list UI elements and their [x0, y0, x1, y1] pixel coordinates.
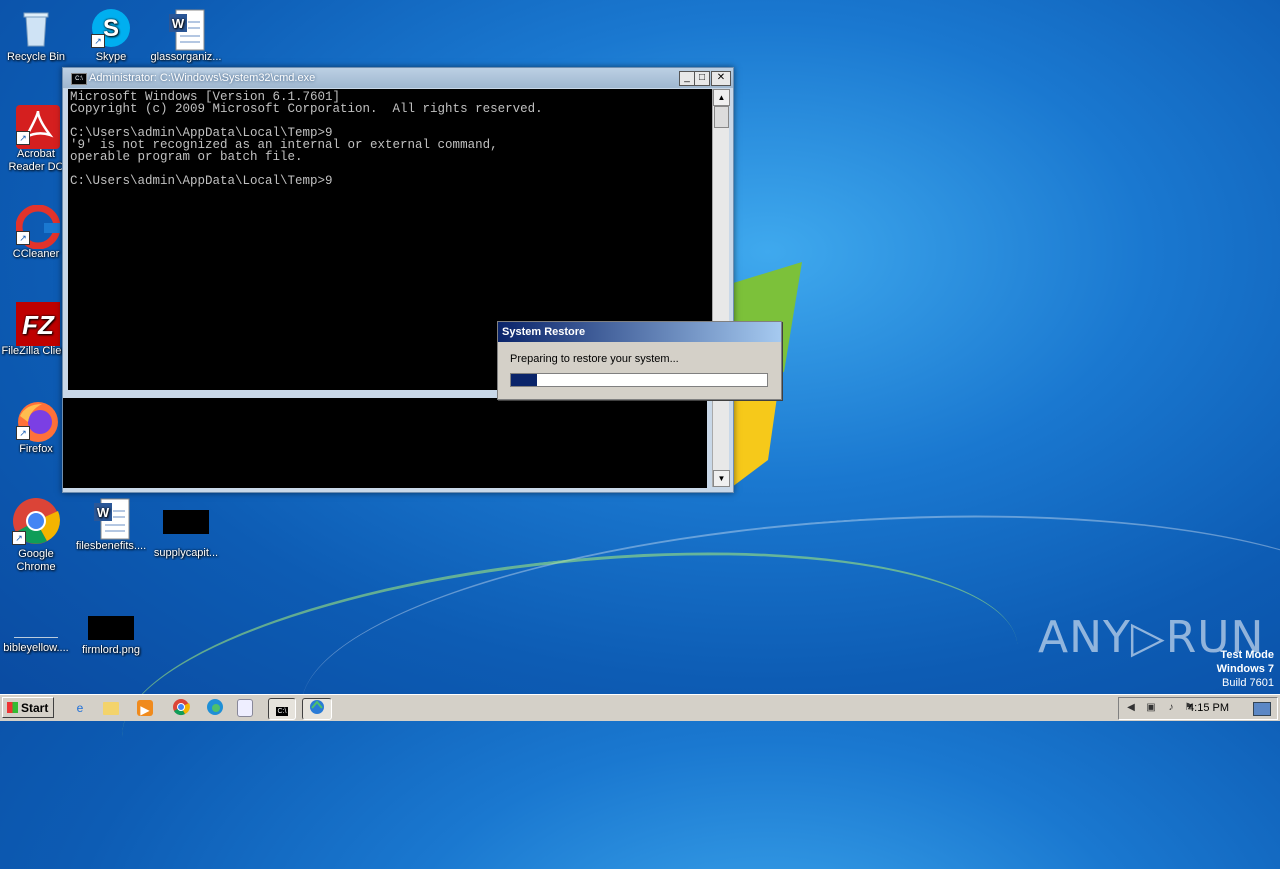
system-tray: ◀ ▣ ♪ ⚑ 4:15 PM — [1118, 697, 1278, 720]
desktop-icon-bibleyellow[interactable]: bibleyellow.... — [0, 605, 72, 655]
shortcut-arrow-icon: ↗ — [16, 426, 30, 440]
scroll-up-icon[interactable]: ▲ — [713, 89, 730, 106]
word-document-icon: W — [91, 497, 131, 540]
edge-icon[interactable] — [205, 698, 225, 718]
scroll-thumb[interactable] — [714, 106, 729, 128]
chrome-icon: ↗ — [12, 497, 60, 545]
notepad-icon[interactable] — [237, 699, 253, 717]
dialog-title: System Restore — [498, 322, 781, 342]
clock[interactable]: 4:15 PM — [1188, 698, 1229, 719]
system-restore-icon[interactable] — [302, 698, 332, 720]
test-mode-label: Test Mode — [1220, 649, 1274, 661]
firefox-icon: ↗ — [16, 400, 58, 442]
cmd-window[interactable]: C:\ Administrator: C:\Windows\System32\c… — [62, 67, 734, 493]
shortcut-arrow-icon: ↗ — [16, 131, 30, 145]
cmd-titlebar[interactable]: C:\ Administrator: C:\Windows\System32\c… — [63, 68, 733, 88]
recycle-bin-icon — [16, 8, 56, 48]
ie-icon[interactable]: e — [70, 698, 90, 718]
os-label: Windows 7 — [1216, 663, 1274, 675]
word-document-icon: W — [166, 8, 206, 51]
taskbar: Start e ▶ C:\ ◀ ▣ ♪ ⚑ 4:15 PM — [0, 694, 1280, 721]
desktop-icon-skype[interactable]: S ↗ Skype — [75, 8, 147, 64]
start-label: Start — [21, 701, 49, 715]
image-file-icon — [163, 510, 209, 534]
desktop-icon-filesbenefits[interactable]: W filesbenefits.... — [75, 497, 147, 553]
scroll-down-icon[interactable]: ▼ — [713, 470, 730, 487]
desktop-icon-firmlord[interactable]: firmlord.png — [75, 616, 147, 657]
acrobat-icon: ↗ — [16, 105, 60, 149]
desktop-icon-recycle-bin[interactable]: Recycle Bin — [0, 8, 72, 64]
chrome-icon[interactable] — [171, 698, 191, 718]
system-restore-dialog[interactable]: System Restore Preparing to restore your… — [497, 321, 782, 400]
desktop-icon-glassorganiz[interactable]: W glassorganiz... — [150, 8, 222, 64]
shortcut-arrow-icon: ↗ — [12, 531, 26, 545]
console-output-lower — [63, 398, 707, 488]
build-label: Build 7601 — [1222, 677, 1274, 689]
shortcut-arrow-icon: ↗ — [91, 34, 105, 48]
network-icon[interactable]: ▣ — [1145, 702, 1157, 714]
show-hidden-icons-icon[interactable]: ◀ — [1125, 702, 1137, 714]
cmd-icon: C:\ — [71, 73, 87, 85]
vertical-scrollbar[interactable]: ▲ ▼ — [712, 89, 730, 487]
console-line: operable program or batch file. — [70, 150, 303, 164]
svg-text:FZ: FZ — [22, 310, 55, 340]
skype-icon: S ↗ — [91, 8, 131, 48]
dialog-message: Preparing to restore your system... — [510, 353, 679, 365]
close-button[interactable]: ✕ — [711, 71, 731, 86]
cmd-title-text: Administrator: C:\Windows\System32\cmd.e… — [89, 72, 316, 84]
svg-text:W: W — [97, 505, 110, 520]
progress-bar — [510, 373, 768, 387]
media-player-icon[interactable]: ▶ — [137, 700, 153, 717]
minimize-button[interactable]: _ — [679, 71, 695, 86]
desktop-icon-chrome[interactable]: ↗ Google Chrome — [0, 497, 72, 574]
image-file-icon — [14, 605, 58, 638]
shortcut-arrow-icon: ↗ — [16, 231, 30, 245]
wallpaper-logo-yellow — [728, 390, 778, 490]
windows-logo-icon — [7, 702, 18, 713]
ccleaner-icon: ↗ — [15, 204, 61, 250]
show-desktop-icon[interactable] — [1253, 702, 1271, 716]
filezilla-icon: FZ — [16, 302, 60, 346]
volume-icon[interactable]: ♪ — [1165, 702, 1177, 714]
cmd-icon[interactable]: C:\ — [268, 698, 296, 720]
progress-fill — [511, 374, 537, 386]
desktop-icon-supplycapit[interactable]: supplycapit... — [150, 510, 222, 560]
explorer-icon[interactable] — [103, 702, 119, 715]
maximize-button[interactable]: □ — [694, 71, 710, 86]
svg-text:S: S — [103, 15, 119, 42]
start-button[interactable]: Start — [2, 697, 54, 718]
console-line: Copyright (c) 2009 Microsoft Corporation… — [70, 102, 543, 116]
console-line: C:\Users\admin\AppData\Local\Temp>9 — [70, 174, 333, 188]
image-file-icon — [88, 616, 134, 640]
test-mode-notice: Test Mode Windows 7 Build 7601 — [1217, 648, 1274, 690]
svg-text:W: W — [172, 16, 185, 31]
